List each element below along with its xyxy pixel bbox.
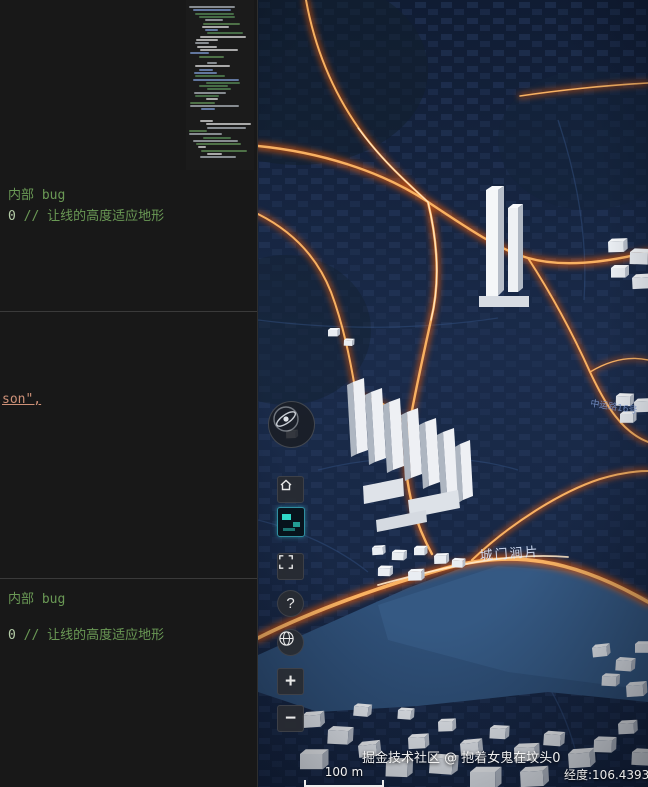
minimap-code-line bbox=[189, 133, 222, 135]
code-line-comment: 内部 bug bbox=[8, 588, 65, 607]
code-line: 0 // 让线的高度适应地形 bbox=[8, 624, 164, 643]
home-button[interactable] bbox=[277, 476, 304, 503]
compass-icon bbox=[269, 402, 303, 436]
home-icon bbox=[278, 477, 294, 493]
app-window: 内部 bug 0 // 让线的高度适应地形 son", 内部 bug 0 // … bbox=[0, 0, 648, 787]
scale-bar-line bbox=[304, 780, 384, 787]
coordinate-readout: 经度:106.4393 bbox=[564, 766, 648, 783]
scale-bar: 100 m bbox=[304, 765, 384, 787]
minimap-code-line bbox=[199, 85, 228, 87]
minimap-code-line bbox=[200, 49, 238, 51]
minimap-code-line bbox=[199, 69, 213, 71]
minimap-code-line bbox=[199, 16, 235, 18]
minimap-code-line bbox=[206, 82, 240, 84]
minimap-code-line bbox=[205, 29, 218, 31]
minimap-code-line bbox=[207, 62, 217, 64]
vignette-overlay bbox=[258, 0, 648, 787]
code-comment: // 让线的高度适应地形 bbox=[24, 209, 164, 224]
code-line-comment: 内部 bug bbox=[8, 184, 65, 203]
minimap-code-line bbox=[206, 123, 251, 125]
minimap-toggle[interactable] bbox=[277, 507, 305, 537]
editor-minimap[interactable] bbox=[186, 0, 254, 170]
code-editor[interactable]: 内部 bug 0 // 让线的高度适应地形 son", 内部 bug 0 // … bbox=[0, 0, 258, 787]
minimap-code-line bbox=[193, 9, 231, 11]
code-number: 0 bbox=[8, 209, 16, 224]
minimap-code-line bbox=[200, 156, 236, 158]
minimap-code-line bbox=[198, 146, 206, 148]
minimap-code-line bbox=[200, 36, 246, 38]
editor-split-divider[interactable] bbox=[0, 311, 257, 312]
minimap-code-line bbox=[190, 52, 209, 54]
minimap-code-line bbox=[190, 105, 239, 107]
zoom-in-button[interactable]: + bbox=[277, 668, 304, 695]
help-button[interactable]: ? bbox=[277, 590, 304, 617]
minimap-code-line bbox=[197, 46, 217, 48]
code-comment: // 让线的高度适应地形 bbox=[24, 628, 164, 643]
minimap-code-line bbox=[195, 13, 234, 15]
minimap-code-line bbox=[207, 32, 243, 34]
minimap-code-line bbox=[196, 39, 218, 41]
minimap-thumbnail bbox=[293, 522, 300, 527]
minimap-code-line bbox=[203, 137, 231, 139]
code-line: 0 // 让线的高度适应地形 bbox=[8, 205, 164, 224]
compass-button[interactable] bbox=[268, 401, 315, 448]
minimap-thumbnail bbox=[282, 514, 291, 520]
plus-icon: + bbox=[285, 672, 296, 691]
minimap-code-line bbox=[207, 127, 246, 129]
minimap-code-line bbox=[201, 150, 247, 152]
editor-split-divider[interactable] bbox=[0, 578, 257, 579]
globe-button[interactable] bbox=[277, 629, 304, 656]
minimap-code-line bbox=[205, 19, 223, 21]
minimap-code-line bbox=[195, 65, 230, 67]
minimap-code-line bbox=[200, 120, 213, 122]
minimap-code-line bbox=[193, 79, 239, 81]
minimap-code-line bbox=[207, 153, 222, 155]
map-3d-viewport[interactable]: 中运路16号 城门涧片 bbox=[258, 0, 648, 787]
fullscreen-button[interactable] bbox=[277, 553, 304, 580]
scale-label: 100 m bbox=[325, 765, 363, 779]
minimap-code-line bbox=[206, 98, 218, 100]
code-number: 0 bbox=[8, 628, 16, 643]
code-string-fragment: son", bbox=[2, 392, 41, 407]
globe-icon bbox=[278, 630, 295, 647]
minimap-code-line bbox=[189, 130, 207, 132]
minimap-thumbnail bbox=[283, 528, 295, 531]
minimap-code-line bbox=[201, 108, 215, 110]
minimap-code-line bbox=[194, 72, 217, 74]
minimap-code-line bbox=[195, 75, 225, 77]
minimap-code-line bbox=[196, 143, 241, 145]
minimap-code-line bbox=[193, 140, 238, 142]
minimap-code-line bbox=[203, 23, 240, 25]
fullscreen-icon bbox=[278, 554, 294, 570]
minimap-code-line bbox=[207, 88, 231, 90]
minimap-code-line bbox=[195, 42, 209, 44]
help-icon: ? bbox=[286, 596, 294, 611]
watermark-text: 掘金技术社区 @ 抱着女鬼在坟头0 bbox=[362, 747, 561, 766]
minus-icon: − bbox=[285, 709, 296, 728]
map-scene: 中运路16号 城门涧片 bbox=[258, 0, 648, 787]
minimap-code-line bbox=[189, 6, 235, 8]
zoom-out-button[interactable]: − bbox=[277, 705, 304, 732]
minimap-code-line bbox=[190, 102, 215, 104]
minimap-code-line bbox=[202, 26, 229, 28]
minimap-code-line bbox=[194, 92, 226, 94]
minimap-code-line bbox=[199, 56, 224, 58]
minimap-code-line bbox=[195, 95, 219, 97]
